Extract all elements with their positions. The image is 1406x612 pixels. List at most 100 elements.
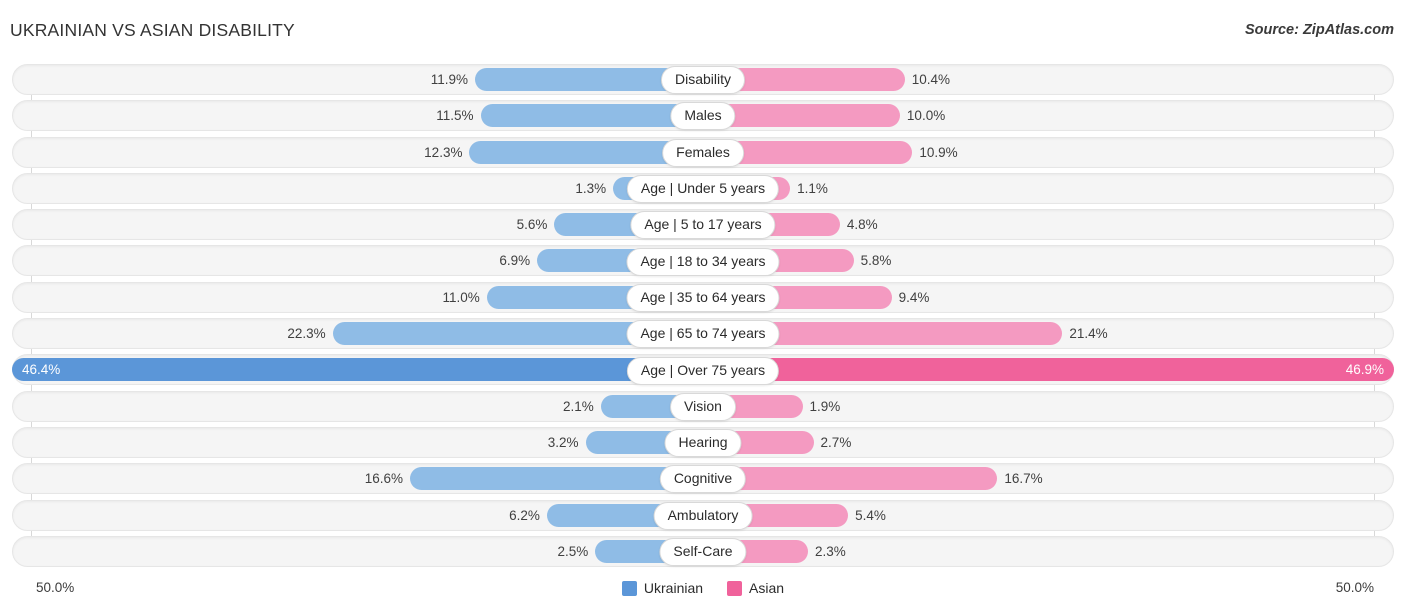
bar-value-asian: 5.8% [860, 253, 892, 269]
chart-legend: Ukrainian Asian [0, 580, 1406, 596]
chart-row: 46.4% 46.9% Age | Over 75 years [0, 352, 1406, 388]
chart-header: UKRAINIAN VS ASIAN DISABILITY Source: Zi… [0, 0, 1406, 62]
bar-value-asian: 1.1% [797, 180, 828, 196]
row-label-pill: Males [670, 102, 736, 131]
row-label-pill: Age | 18 to 34 years [626, 247, 780, 276]
legend-item: Asian [727, 580, 784, 596]
row-side-asian: 2.7% [703, 427, 1394, 458]
chart-row: 11.0% 9.4% Age | 35 to 64 years [0, 280, 1406, 316]
bar-value-ukrainian: 22.3% [287, 326, 326, 342]
chart-row: 12.3% 10.9% Females [0, 135, 1406, 171]
row-side-asian: 10.0% [703, 100, 1394, 131]
row-side-asian: 5.4% [703, 500, 1394, 531]
row-side-asian: 2.3% [703, 536, 1394, 567]
bar-value-asian: 1.9% [809, 398, 841, 414]
row-side-ukrainian: 5.6% [12, 209, 703, 240]
page-title: UKRAINIAN VS ASIAN DISABILITY [10, 20, 295, 40]
row-label-pill: Age | Under 5 years [626, 175, 780, 204]
row-side-ukrainian: 46.4% [12, 354, 703, 385]
bar-value-ukrainian: 11.0% [442, 289, 480, 305]
bar-value-ukrainian: 2.5% [557, 543, 589, 559]
row-side-asian: 5.8% [703, 245, 1394, 276]
row-label-pill: Self-Care [659, 538, 747, 566]
chart-row: 16.6% 16.7% Cognitive [0, 461, 1406, 497]
bar-asian: 16.7% [703, 467, 1043, 491]
row-side-asian: 21.4% [703, 318, 1394, 349]
chart-plot-area: 11.9% 10.4% Disability 11.5% 10.0% Males 12.3%… [0, 62, 1406, 570]
bar-value-ukrainian: 3.2% [547, 434, 579, 450]
bar-value-asian: 5.4% [855, 507, 886, 523]
chart-row: 6.9% 5.8% Age | 18 to 34 years [0, 243, 1406, 279]
bar-value-asian: 21.4% [1069, 326, 1108, 342]
bar-asian: 46.9% [703, 358, 1394, 382]
row-side-asian: 4.8% [703, 209, 1394, 240]
bar-value-ukrainian: 46.4% [22, 362, 61, 378]
row-side-ukrainian: 11.9% [12, 64, 703, 95]
row-side-ukrainian: 11.0% [12, 282, 703, 313]
chart-row: 2.5% 2.3% Self-Care [0, 534, 1406, 570]
chart-row: 5.6% 4.8% Age | 5 to 17 years [0, 207, 1406, 243]
row-side-ukrainian: 2.1% [12, 391, 703, 422]
bar-value-asian: 16.7% [1004, 471, 1043, 487]
bar-value-asian: 2.3% [815, 543, 846, 559]
legend-swatch-icon [727, 580, 743, 596]
bar-value-ukrainian: 12.3% [424, 144, 463, 160]
bar-ukrainian: 46.4% [12, 358, 703, 382]
row-side-ukrainian: 3.2% [12, 427, 703, 458]
legend-swatch-icon [621, 580, 637, 596]
row-side-ukrainian: 22.3% [12, 318, 703, 349]
row-side-asian: 10.9% [703, 137, 1394, 168]
bar-value-ukrainian: 6.2% [509, 507, 540, 523]
row-side-ukrainian: 16.6% [12, 463, 703, 494]
bar-value-ukrainian: 2.1% [562, 398, 594, 414]
row-side-asian: 9.4% [703, 282, 1394, 313]
row-side-ukrainian: 6.2% [12, 500, 703, 531]
bar-value-asian: 46.9% [1345, 362, 1384, 378]
bar-value-asian: 10.0% [906, 108, 946, 124]
row-label-pill: Disability [660, 66, 746, 95]
chart-row: 1.3% 1.1% Age | Under 5 years [0, 171, 1406, 207]
bar-value-ukrainian: 5.6% [516, 217, 548, 233]
chart-row: 2.1% 1.9% Vision [0, 389, 1406, 425]
chart-row: 22.3% 21.4% Age | 65 to 74 years [0, 316, 1406, 352]
legend-label: Asian [749, 580, 785, 596]
row-side-asian: 16.7% [703, 463, 1394, 494]
chart-row: 11.5% 10.0% Males [0, 98, 1406, 134]
bar-value-asian: 9.4% [898, 289, 930, 305]
bar-value-ukrainian: 6.9% [499, 253, 531, 269]
chart-row: 3.2% 2.7% Hearing [0, 425, 1406, 461]
chart-row: 6.2% 5.4% Ambulatory [0, 498, 1406, 534]
bar-value-asian: 2.7% [820, 434, 852, 450]
bar-value-ukrainian: 11.5% [436, 108, 474, 124]
bar-value-asian: 4.8% [846, 217, 878, 233]
row-side-asian: 46.9% [703, 354, 1394, 385]
row-label-pill: Age | 65 to 74 years [626, 320, 780, 349]
row-side-ukrainian: 12.3% [12, 137, 703, 168]
row-side-ukrainian: 6.9% [12, 245, 703, 276]
row-side-ukrainian: 1.3% [12, 173, 703, 204]
chart-page: UKRAINIAN VS ASIAN DISABILITY Source: Zi… [0, 0, 1406, 612]
row-label-pill: Hearing [664, 429, 742, 458]
row-label-pill: Cognitive [659, 465, 747, 494]
bar-value-ukrainian: 11.9% [430, 72, 468, 87]
row-label-pill: Ambulatory [653, 501, 753, 530]
chart-row: 11.9% 10.4% Disability [0, 62, 1406, 98]
row-label-pill: Age | 5 to 17 years [630, 211, 776, 240]
row-side-ukrainian: 2.5% [12, 536, 703, 567]
row-side-ukrainian: 11.5% [12, 100, 703, 131]
row-label-pill: Females [662, 138, 744, 167]
row-side-asian: 1.9% [703, 391, 1394, 422]
bar-value-asian: 10.9% [919, 144, 958, 160]
bar-value-asian: 10.4% [911, 72, 951, 87]
chart-rows: 11.9% 10.4% Disability 11.5% 10.0% Males 12.3%… [0, 62, 1406, 570]
row-side-asian: 10.4% [703, 64, 1394, 95]
row-side-asian: 1.1% [703, 173, 1394, 204]
chart-footer: 50.0% 50.0% Ukrainian Asian [0, 572, 1406, 612]
row-label-pill: Vision [670, 392, 736, 421]
legend-item: Ukrainian [621, 580, 704, 596]
source-attribution: Source: ZipAtlas.com [1244, 22, 1394, 38]
bar-value-ukrainian: 1.3% [575, 180, 607, 196]
bar-value-ukrainian: 16.6% [364, 471, 404, 487]
row-label-pill: Age | 35 to 64 years [626, 283, 780, 312]
legend-label: Ukrainian [643, 580, 704, 596]
